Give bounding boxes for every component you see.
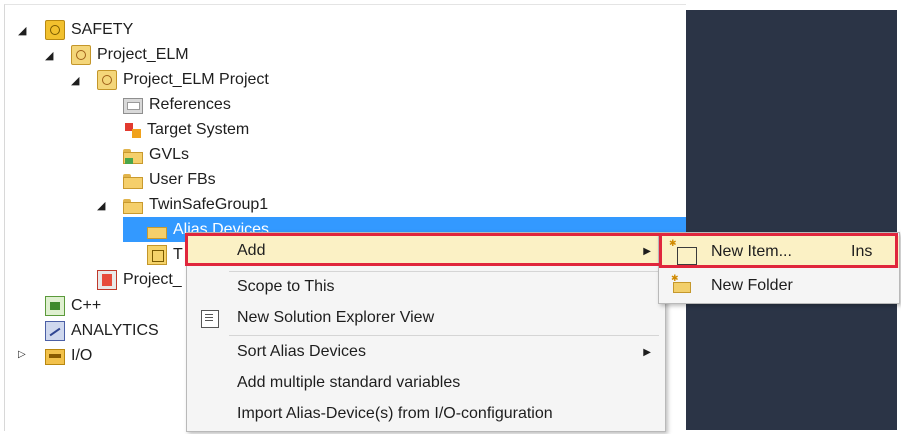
tree-item-label: ANALYTICS (71, 321, 159, 339)
tree-item-project-partial[interactable]: Project_ (97, 267, 182, 292)
folder-icon (123, 148, 143, 164)
expand-arrow-project-elm-project[interactable]: ◢ (71, 74, 79, 87)
tree-item-label: Target System (147, 120, 250, 138)
safety-icon (45, 19, 65, 40)
tree-item-label: User FBs (149, 170, 216, 188)
tree-item-label: T (173, 245, 183, 263)
menu-item-import-alias-devices[interactable]: Import Alias-Device(s) from I/O-configur… (187, 399, 665, 429)
editor-background-panel (685, 10, 897, 430)
tree-item-project-elm-project[interactable]: Project_ELM Project (97, 67, 269, 92)
project-icon (97, 69, 117, 90)
menu-item-add-multiple-standard-variables[interactable]: Add multiple standard variables (187, 368, 665, 398)
expand-arrow-twinsafegroup1[interactable]: ◢ (97, 199, 105, 212)
tree-item-target-system[interactable]: Target System (123, 117, 249, 142)
tree-item-project-elm[interactable]: Project_ELM (71, 42, 189, 67)
submenu-arrow-icon: ▶ (643, 346, 651, 358)
menu-item-label: Scope to This (237, 278, 335, 295)
tree-item-analytics[interactable]: ANALYTICS (45, 318, 159, 343)
menu-separator (229, 335, 659, 336)
menu-item-label: Import Alias-Device(s) from I/O-configur… (237, 405, 553, 422)
cpp-icon (45, 295, 65, 316)
tree-item-label: Project_ELM Project (123, 70, 269, 88)
annotation-highlight-new-item (659, 233, 898, 268)
expand-arrow-project-elm[interactable]: ◢ (45, 49, 53, 62)
tree-item-label: Project_ (123, 270, 182, 288)
tree-item-cpp[interactable]: C++ (45, 293, 101, 318)
tree-item-label: GVLs (149, 145, 190, 163)
submenu-item-label: New Folder (711, 277, 793, 294)
menu-item-sort-alias-devices[interactable]: Sort Alias Devices ▶ (187, 337, 665, 367)
tree-item-label: TwinSafeGroup1 (149, 195, 269, 213)
folder-icon (123, 173, 143, 189)
folder-open-icon (123, 198, 143, 214)
solution-explorer-window: ◢ SAFETY ◢ Project_ELM ◢ Project_ELM Pro… (0, 0, 901, 434)
menu-item-label: Sort Alias Devices (237, 343, 366, 360)
tree-item-label: References (149, 95, 231, 113)
references-icon (123, 98, 143, 114)
expand-arrow-io[interactable]: ▷ (18, 349, 26, 360)
menu-item-label: Add multiple standard variables (237, 374, 461, 391)
project-icon (71, 44, 91, 65)
tree-item-label: Project_ELM (97, 45, 189, 63)
annotation-highlight-add (185, 233, 662, 266)
tree-item-gvls[interactable]: GVLs (123, 142, 189, 167)
tree-item-twinsafe-group[interactable]: T (147, 242, 183, 267)
tree-item-label: C++ (71, 296, 102, 314)
tree-item-references[interactable]: References (123, 92, 231, 117)
tree-item-safety[interactable]: SAFETY (45, 17, 133, 42)
io-icon (45, 349, 65, 365)
expand-arrow-safety[interactable]: ◢ (18, 24, 26, 37)
menu-item-label: New Solution Explorer View (237, 309, 435, 326)
new-solution-explorer-view-icon (201, 310, 219, 328)
tree-item-label: I/O (71, 346, 93, 364)
project-red-icon (97, 269, 117, 290)
submenu-item-new-folder[interactable]: New Folder (659, 270, 899, 302)
new-folder-icon (671, 273, 691, 294)
tree-item-io[interactable]: I/O (45, 343, 92, 368)
menu-item-scope-to-this[interactable]: Scope to This (187, 272, 665, 302)
tree-item-label: SAFETY (71, 20, 134, 38)
alias-devices-icon (147, 224, 167, 239)
tree-item-twinsafegroup1[interactable]: TwinSafeGroup1 (123, 192, 268, 217)
tree-item-user-fbs[interactable]: User FBs (123, 167, 216, 192)
menu-item-new-solution-explorer-view[interactable]: New Solution Explorer View (187, 303, 665, 333)
twinsafe-group-icon (147, 244, 167, 265)
analytics-icon (45, 320, 65, 341)
target-system-icon (123, 121, 141, 139)
